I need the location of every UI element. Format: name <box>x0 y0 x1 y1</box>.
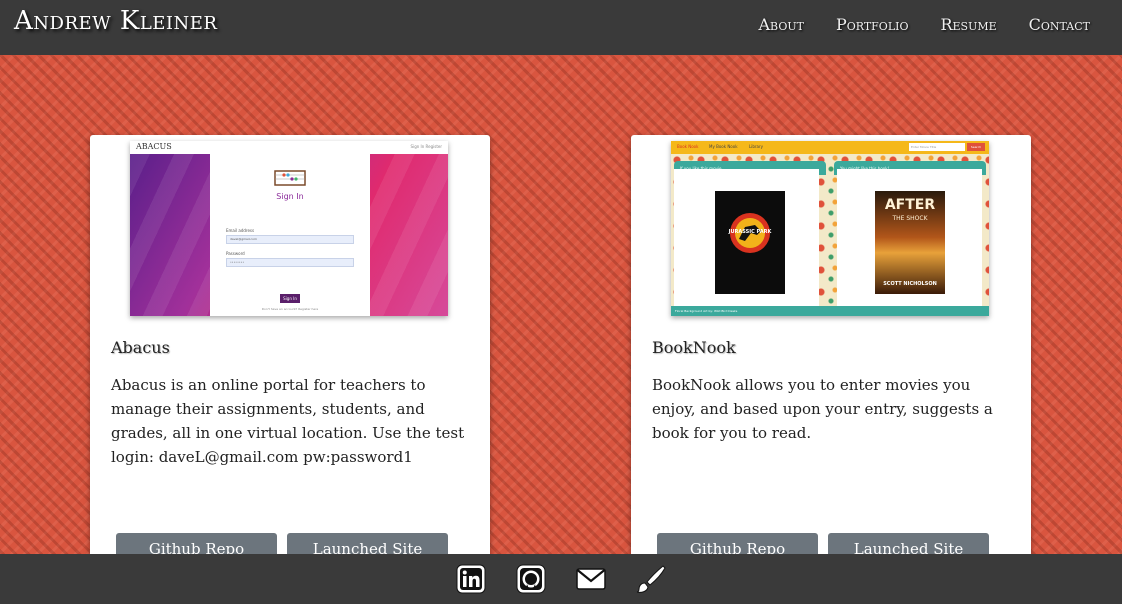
abacus-thumb-logo: ABACUS <box>136 142 172 151</box>
book-title-main: AFTER <box>884 197 936 213</box>
abacus-screenshot[interactable]: ABACUS Sign In Register Sign In Email ad… <box>130 141 448 316</box>
booknook-thumb-nav-library: Library <box>749 144 763 149</box>
paintbrush-icon[interactable] <box>635 563 667 595</box>
booknook-thumb-footer: Floral Background Art by: Wild Bird Desk… <box>671 306 989 316</box>
project-title: Abacus <box>111 338 170 357</box>
project-description: BookNook allows you to enter movies you … <box>652 376 993 442</box>
booknook-thumb-brand: Book Nook <box>677 144 699 149</box>
navbar: Andrew Kleiner About Portfolio Resume Co… <box>0 0 1122 55</box>
nav-link-portfolio[interactable]: Portfolio <box>836 15 909 34</box>
project-description: Abacus is an online portal for teachers … <box>111 376 465 466</box>
abacus-thumb-email-input: davel@gmail.com <box>226 235 354 244</box>
nav-link-contact[interactable]: Contact <box>1029 15 1090 34</box>
nav-links: About Portfolio Resume Contact <box>758 15 1090 34</box>
abacus-thumb-email-label: Email address <box>226 228 255 233</box>
email-icon[interactable] <box>575 563 607 595</box>
abacus-logo-icon <box>274 170 306 186</box>
book-title-sub: THE SHOCK <box>892 215 928 222</box>
project-card-abacus: ABACUS Sign In Register Sign In Email ad… <box>90 135 490 567</box>
movie-poster: JURASSIC PARK <box>715 191 785 294</box>
abacus-thumb-footer: Don't have an account? Register here <box>261 307 319 311</box>
linkedin-icon[interactable] <box>455 563 487 595</box>
project-card-booknook: Book Nook My Book Nook Library Enter Mov… <box>631 135 1031 567</box>
site-brand[interactable]: Andrew Kleiner <box>14 6 218 36</box>
nav-link-resume[interactable]: Resume <box>940 15 996 34</box>
abacus-thumb-signin-button: Sign In <box>280 294 300 303</box>
booknook-thumb-nav-mybooknook: My Book Nook <box>709 144 738 149</box>
book-author: SCOTT NICHOLSON <box>883 281 937 287</box>
booknook-screenshot[interactable]: Book Nook My Book Nook Library Enter Mov… <box>671 141 989 316</box>
booknook-thumb-navbar: Book Nook My Book Nook Library Enter Mov… <box>671 141 989 154</box>
booknook-thumb-search-button: Search <box>967 143 985 151</box>
github-icon[interactable] <box>515 563 547 595</box>
movie-title: JURASSIC PARK <box>728 229 772 235</box>
nav-link-about[interactable]: About <box>758 15 803 34</box>
footer <box>0 554 1122 604</box>
booknook-thumb-search-input: Enter Movie Title <box>909 143 965 151</box>
abacus-thumb-password-label: Password <box>226 251 245 256</box>
abacus-thumb-links: Sign In Register <box>410 144 442 149</box>
project-title: BookNook <box>652 338 736 357</box>
abacus-thumb-password-input: •••••••• <box>226 258 354 267</box>
book-cover: AFTER THE SHOCK SCOTT NICHOLSON <box>875 191 945 294</box>
abacus-thumb-heading: Sign In <box>276 192 304 201</box>
abacus-thumb-signin-panel: Sign In Email address davel@gmail.com Pa… <box>210 148 370 316</box>
jurassic-park-logo-icon <box>730 213 770 253</box>
